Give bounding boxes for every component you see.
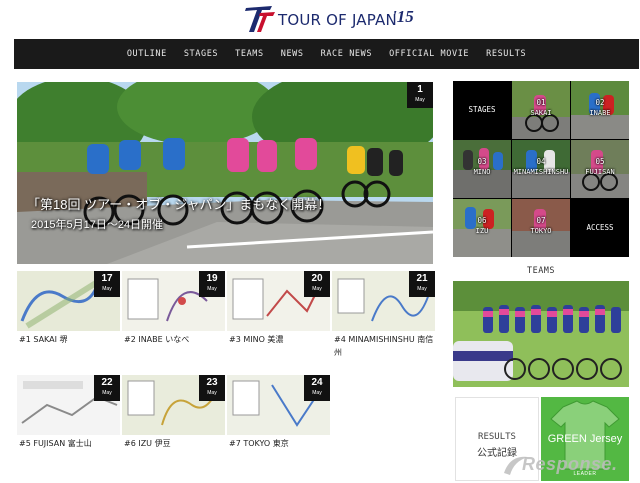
grid-access[interactable]: ACCESS [571,199,629,257]
nav-stages[interactable]: STAGES [184,49,218,59]
stage-date-badge: 20 May [304,271,330,297]
stage-date-badge: 23 May [199,375,225,401]
stage-day: 19 [206,273,218,284]
grid-stage-name: INABE [589,109,611,117]
stage-tile-4[interactable]: 21 May #4 MINAMISHINSHU 南信州 [332,271,435,365]
logo-text: TOUR OF JAPAN [278,11,397,29]
stage-date-badge: 22 May [94,375,120,401]
stage-label: #7 TOKYO 東京 [229,439,289,448]
grid-stage-num: 05 [595,157,605,166]
grid-stage-num: 01 [536,98,546,107]
stage-tile-5[interactable]: 22 May #5 FUJISAN 富士山 [17,375,120,469]
grid-stage-num: 03 [477,157,487,166]
stage-tile-6[interactable]: 23 May #6 IZU 伊豆 [122,375,225,469]
site-logo[interactable]: TOUR OF JAPAN '15 [242,4,422,34]
stage-month: May [207,286,217,292]
stage-label: #2 INABE いなべ [124,335,190,344]
nav-race-news[interactable]: RACE NEWS [321,49,372,59]
stage-date-badge: 17 May [94,271,120,297]
grid-stage-num: 02 [595,98,605,107]
grid-stage-num: 04 [536,157,546,166]
hero-date-badge: 1 May [407,82,433,108]
stage-date-badge: 21 May [409,271,435,297]
grid-stage-06[interactable]: 06 IZU [453,199,511,257]
hero-badge-month: May [415,97,425,103]
stage-label: #1 SAKAI 堺 [19,335,68,344]
hero-badge-day: 1 [417,84,423,95]
stage-date-badge: 19 May [199,271,225,297]
nav-news[interactable]: NEWS [281,49,304,59]
logo-mark-icon [245,6,275,32]
stages-grid-title-text: STAGES [468,105,496,114]
stage-month: May [312,286,322,292]
teams-photo[interactable] [453,281,629,387]
logo-year: '15 [392,7,414,26]
stages-grid: STAGES 01 SAKAI 02 INABE 03 MINO 04 MINA… [453,81,629,257]
stage-tile-3[interactable]: 20 May #3 MINO 美濃 [227,271,330,365]
grid-stage-num: 06 [477,216,487,225]
grid-stage-05[interactable]: 05 FUJISAN [571,140,629,198]
hero-photo [17,82,433,264]
stage-day: 24 [311,377,323,388]
grid-access-label: ACCESS [586,223,614,232]
watermark-text: Response. [522,454,618,474]
teams-title: TEAMS [526,266,556,276]
grid-stage-02[interactable]: 02 INABE [571,81,629,139]
stage-label: #4 MINAMISHINSHU 南信州 [334,335,434,357]
response-watermark: Response. [500,451,635,479]
stage-tile-2[interactable]: 19 May #2 INABE いなべ [122,271,225,365]
nav-outline[interactable]: OUTLINE [127,49,167,59]
stage-month: May [312,390,322,396]
stage-day: 17 [101,273,113,284]
grid-stage-name: FUJISAN [585,168,615,176]
stage-day: 21 [416,273,428,284]
grid-stage-name: IZU [475,227,489,235]
stage-month: May [207,390,217,396]
stage-label: #6 IZU 伊豆 [124,439,171,448]
results-title: RESULTS [478,432,516,442]
stage-month: May [102,286,112,292]
stage-tile-1[interactable]: 17 May #1 SAKAI 堺 [17,271,120,365]
stage-date-badge: 24 May [304,375,330,401]
stage-day: 22 [101,377,113,388]
grid-stage-name: SAKAI [530,109,552,117]
stage-month: May [102,390,112,396]
nav-results[interactable]: RESULTS [486,49,526,59]
stage-day: 20 [311,273,323,284]
stage-label: #3 MINO 美濃 [229,335,284,344]
grid-stage-01[interactable]: 01 SAKAI [512,81,570,139]
stage-tile-7[interactable]: 24 May #7 TOKYO 東京 [227,375,330,469]
nav-teams[interactable]: TEAMS [235,49,264,59]
team-photo-image [453,281,629,387]
stages-grid-title[interactable]: STAGES [453,81,511,139]
stage-month: May [417,286,427,292]
stage-day: 23 [206,377,218,388]
grid-stage-num: 07 [536,216,546,225]
main-nav: OUTLINE STAGES TEAMS NEWS RACE NEWS OFFI… [14,39,639,69]
hero-subline: 2015年5月17日〜24日開催 [31,219,164,231]
grid-stage-04[interactable]: 04 MINAMISHINSHU [512,140,570,198]
hero-headline: 「第18回 ツアー・オブ・ジャパン」まもなく開幕！ [27,197,331,212]
grid-stage-name: MINAMISHINSHU [513,168,569,176]
stage-label: #5 FUJISAN 富士山 [19,439,92,448]
grid-stage-name: MINO [473,168,491,176]
hero-banner[interactable]: 1 May 「第18回 ツアー・オブ・ジャパン」まもなく開幕！ 2015年5月1… [17,82,433,264]
grid-stage-03[interactable]: 03 MINO [453,140,511,198]
grid-stage-name: TOKYO [530,227,552,235]
grid-stage-07[interactable]: 07 TOKYO [512,199,570,257]
nav-official-movie[interactable]: OFFICIAL MOVIE [389,49,469,59]
jersey-title: GREEN Jersey [547,433,623,445]
